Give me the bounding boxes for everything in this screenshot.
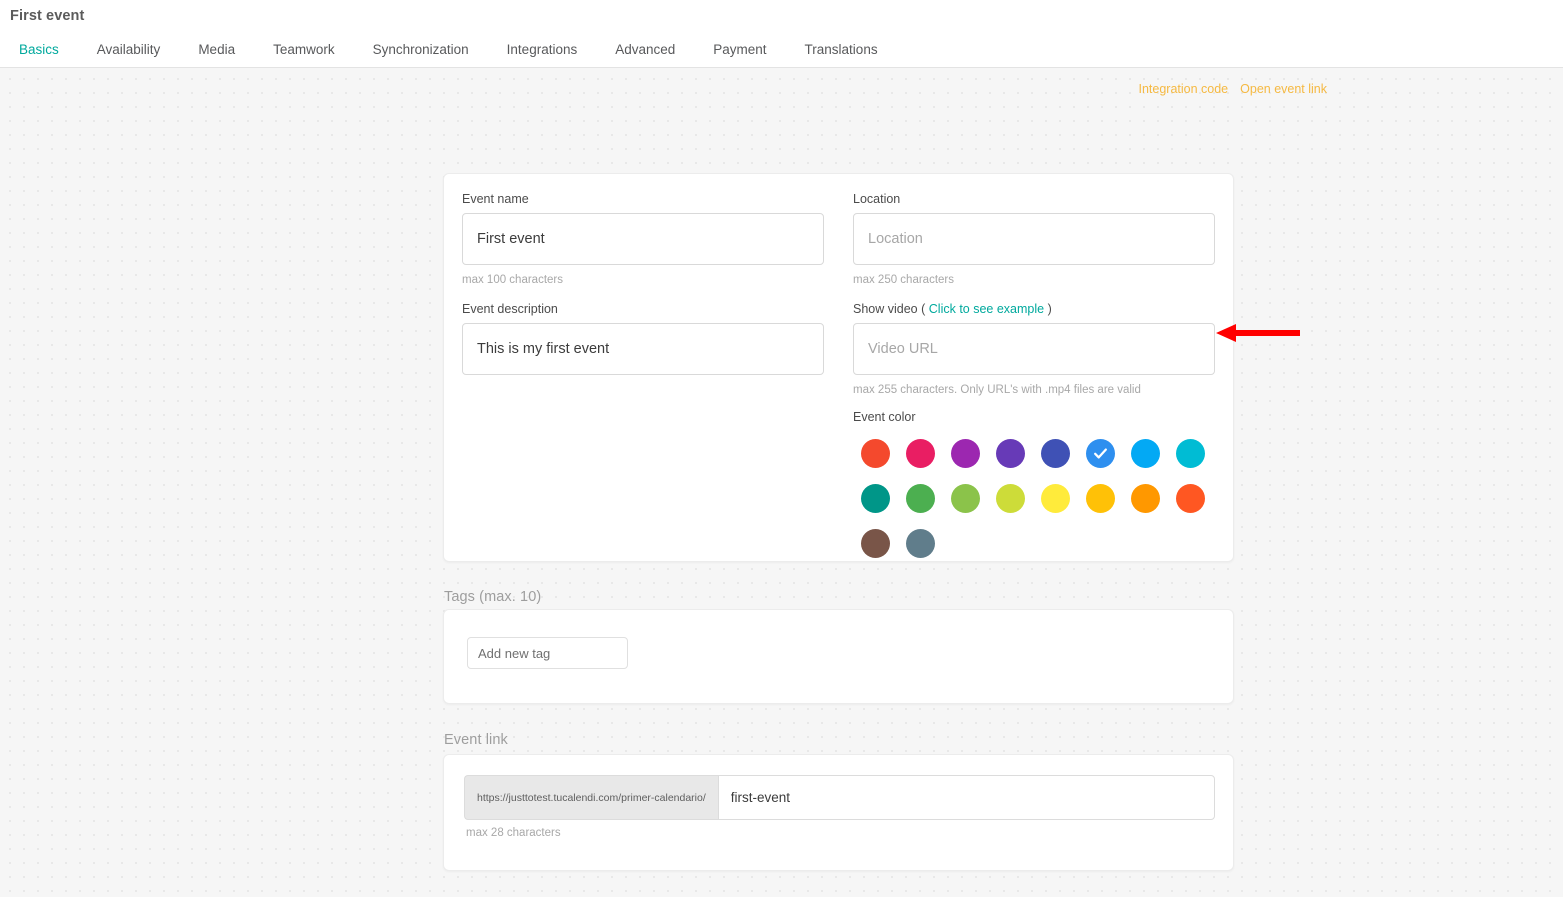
see-example-link[interactable]: Click to see example: [929, 302, 1044, 316]
event-color-swatches: [853, 431, 1215, 566]
show-video-label: Show video ( Click to see example ): [853, 301, 1215, 317]
color-swatch-12[interactable]: [1041, 484, 1070, 513]
event-name-label: Event name: [462, 192, 529, 206]
top-bar: First event Basics Availability Media Te…: [0, 0, 1563, 72]
color-swatch-1[interactable]: [906, 439, 935, 468]
event-link-row: https://justtotest.tucalendi.com/primer-…: [464, 775, 1215, 820]
event-link-help: max 28 characters: [466, 827, 561, 839]
color-swatch-wrap: [1168, 431, 1213, 476]
tab-availability[interactable]: Availability: [78, 34, 180, 72]
color-swatch-wrap: [943, 476, 988, 521]
color-swatch-15[interactable]: [1176, 484, 1205, 513]
color-swatch-5-selected[interactable]: [1086, 439, 1115, 468]
color-swatch-wrap: [898, 431, 943, 476]
tags-card: [443, 609, 1234, 704]
color-swatch-2[interactable]: [951, 439, 980, 468]
tab-teamwork[interactable]: Teamwork: [254, 34, 354, 72]
tab-advanced[interactable]: Advanced: [596, 34, 694, 72]
color-swatch-wrap: [1168, 476, 1213, 521]
video-url-input[interactable]: [853, 323, 1215, 375]
page-title: First event: [10, 8, 85, 24]
add-new-tag-input[interactable]: [467, 637, 628, 669]
location-help: max 250 characters: [853, 274, 954, 286]
tab-translations[interactable]: Translations: [786, 34, 897, 72]
color-swatch-8[interactable]: [861, 484, 890, 513]
color-swatch-wrap: [853, 521, 898, 566]
color-swatch-6[interactable]: [1131, 439, 1160, 468]
event-description-label: Event description: [462, 302, 558, 316]
color-swatch-3[interactable]: [996, 439, 1025, 468]
color-swatch-13[interactable]: [1086, 484, 1115, 513]
color-swatch-11[interactable]: [996, 484, 1025, 513]
color-swatch-7[interactable]: [1176, 439, 1205, 468]
integration-code-link[interactable]: Integration code: [1138, 82, 1228, 96]
color-swatch-wrap: [988, 431, 1033, 476]
color-swatch-wrap: [1078, 431, 1123, 476]
tags-heading: Tags (max. 10): [444, 589, 542, 605]
page-body: Integration code Open event link Event n…: [0, 68, 1563, 897]
tab-basics[interactable]: Basics: [0, 34, 78, 72]
show-video-text: Show video: [853, 302, 918, 316]
event-link-heading: Event link: [444, 732, 508, 748]
color-swatch-wrap: [943, 431, 988, 476]
event-color-label: Event color: [853, 410, 916, 424]
color-swatch-wrap: [1033, 431, 1078, 476]
color-swatch-wrap: [898, 521, 943, 566]
location-input[interactable]: [853, 213, 1215, 265]
location-label: Location: [853, 192, 901, 206]
tab-synchronization[interactable]: Synchronization: [354, 34, 488, 72]
basics-left-column: Event name max 100 characters Event desc…: [462, 191, 824, 375]
color-swatch-wrap: [898, 476, 943, 521]
color-swatch-wrap: [1123, 476, 1168, 521]
color-swatch-wrap: [988, 476, 1033, 521]
event-link-slug-input[interactable]: [717, 775, 1215, 820]
event-link-url-prefix: https://justtotest.tucalendi.com/primer-…: [464, 775, 718, 820]
event-description-input[interactable]: [462, 323, 824, 375]
basics-card: Event name max 100 characters Event desc…: [443, 173, 1234, 562]
color-swatch-10[interactable]: [951, 484, 980, 513]
paren-close: ): [1047, 302, 1052, 316]
color-swatch-4[interactable]: [1041, 439, 1070, 468]
check-icon: [1094, 448, 1107, 459]
color-swatch-wrap: [1123, 431, 1168, 476]
tab-payment[interactable]: Payment: [694, 34, 785, 72]
event-name-help: max 100 characters: [462, 274, 563, 286]
color-swatch-14[interactable]: [1131, 484, 1160, 513]
top-links: Integration code Open event link: [1138, 82, 1327, 96]
open-event-link-link[interactable]: Open event link: [1240, 82, 1327, 96]
color-swatch-wrap: [853, 431, 898, 476]
tab-integrations[interactable]: Integrations: [488, 34, 597, 72]
color-swatch-17[interactable]: [906, 529, 935, 558]
color-swatch-wrap: [853, 476, 898, 521]
event-name-input[interactable]: [462, 213, 824, 265]
color-swatch-9[interactable]: [906, 484, 935, 513]
tab-bar: Basics Availability Media Teamwork Synch…: [0, 34, 897, 72]
paren-open: (: [921, 302, 926, 316]
color-swatch-wrap: [1078, 476, 1123, 521]
color-swatch-0[interactable]: [861, 439, 890, 468]
event-link-card: https://justtotest.tucalendi.com/primer-…: [443, 754, 1234, 871]
color-swatch-16[interactable]: [861, 529, 890, 558]
tab-media[interactable]: Media: [179, 34, 254, 72]
color-swatch-wrap: [1033, 476, 1078, 521]
video-url-help: max 255 characters. Only URL's with .mp4…: [853, 384, 1141, 396]
basics-right-column: Location max 250 characters Show video (…: [853, 191, 1215, 566]
